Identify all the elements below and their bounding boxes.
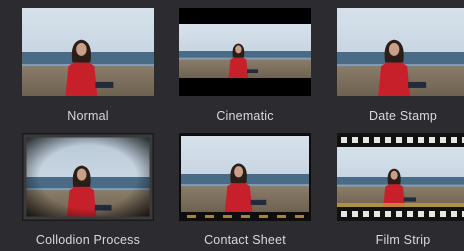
theme-normal-thumbnail[interactable]	[22, 8, 154, 96]
theme-date-stamp-thumbnail[interactable]	[337, 8, 464, 96]
theme-contact-sheet[interactable]: Contact Sheet	[179, 133, 311, 251]
theme-date-stamp-label: Date Stamp	[368, 109, 437, 123]
theme-film-strip[interactable]: Film Strip	[337, 133, 464, 251]
theme-collodion-process[interactable]: Collodion Process	[22, 133, 154, 251]
theme-film-strip-thumbnail[interactable]	[337, 133, 464, 221]
theme-contact-sheet-thumbnail[interactable]	[179, 133, 311, 221]
theme-cinematic-thumbnail[interactable]	[179, 8, 311, 96]
theme-contact-sheet-label: Contact Sheet	[204, 233, 286, 247]
theme-normal[interactable]: Normal	[22, 8, 154, 126]
theme-cinematic[interactable]: Cinematic	[179, 8, 311, 126]
theme-collodion-process-label: Collodion Process	[35, 233, 141, 247]
theme-date-stamp[interactable]: Date Stamp	[337, 8, 464, 126]
theme-film-strip-label: Film Strip	[375, 233, 431, 247]
theme-collodion-process-thumbnail[interactable]	[22, 133, 154, 221]
theme-cinematic-label: Cinematic	[216, 109, 274, 123]
theme-normal-label: Normal	[67, 109, 109, 123]
